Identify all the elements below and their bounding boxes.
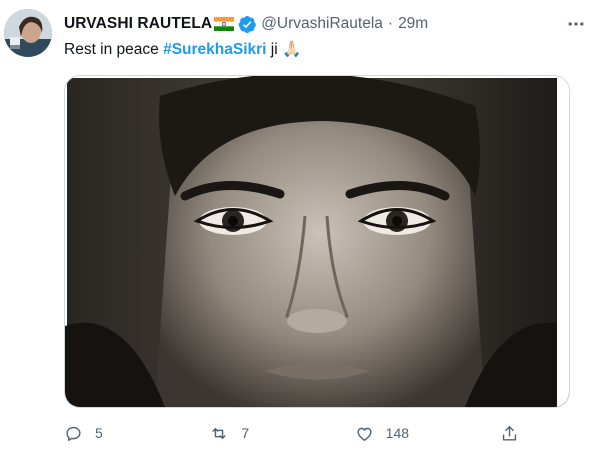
tweet-header: URVASHI RAUTELA @UrvashiRautela · 29m — [64, 12, 570, 36]
folded-hands-emoji: 🙏🏻 — [282, 41, 302, 58]
share-icon — [500, 424, 519, 443]
verified-badge-icon — [238, 15, 257, 34]
retweet-icon — [209, 424, 229, 443]
retweet-button[interactable]: 7 — [209, 424, 289, 443]
tweet-text-suffix: ji — [266, 41, 282, 58]
tweet-text-prefix: Rest in peace — [64, 41, 164, 58]
tweet[interactable]: URVASHI RAUTELA @UrvashiRautela · 29m Re… — [0, 0, 600, 450]
like-button[interactable]: 148 — [355, 424, 435, 443]
india-flag-icon — [214, 17, 235, 31]
timestamp[interactable]: 29m — [398, 15, 428, 33]
like-count: 148 — [385, 425, 410, 441]
tweet-text: Rest in peace #SurekhaSikri ji 🙏🏻 — [64, 40, 580, 60]
tweet-actions: 5 7 148 — [64, 420, 524, 446]
retweet-count: 7 — [241, 425, 250, 441]
share-button[interactable] — [500, 424, 524, 443]
profile-photo — [4, 9, 52, 57]
reply-button[interactable]: 5 — [64, 424, 144, 443]
user-handle[interactable]: @UrvashiRautela — [261, 15, 383, 33]
avatar[interactable] — [4, 9, 52, 57]
like-icon — [355, 424, 374, 443]
separator-dot: · — [387, 15, 394, 32]
reply-icon — [64, 424, 83, 443]
hashtag-link[interactable]: #SurekhaSikri — [163, 41, 266, 58]
tweet-photo[interactable] — [64, 75, 570, 408]
display-name[interactable]: URVASHI RAUTELA — [64, 15, 212, 33]
portrait-image — [65, 76, 569, 407]
more-options-icon[interactable] — [564, 12, 588, 36]
reply-count: 5 — [95, 425, 103, 441]
